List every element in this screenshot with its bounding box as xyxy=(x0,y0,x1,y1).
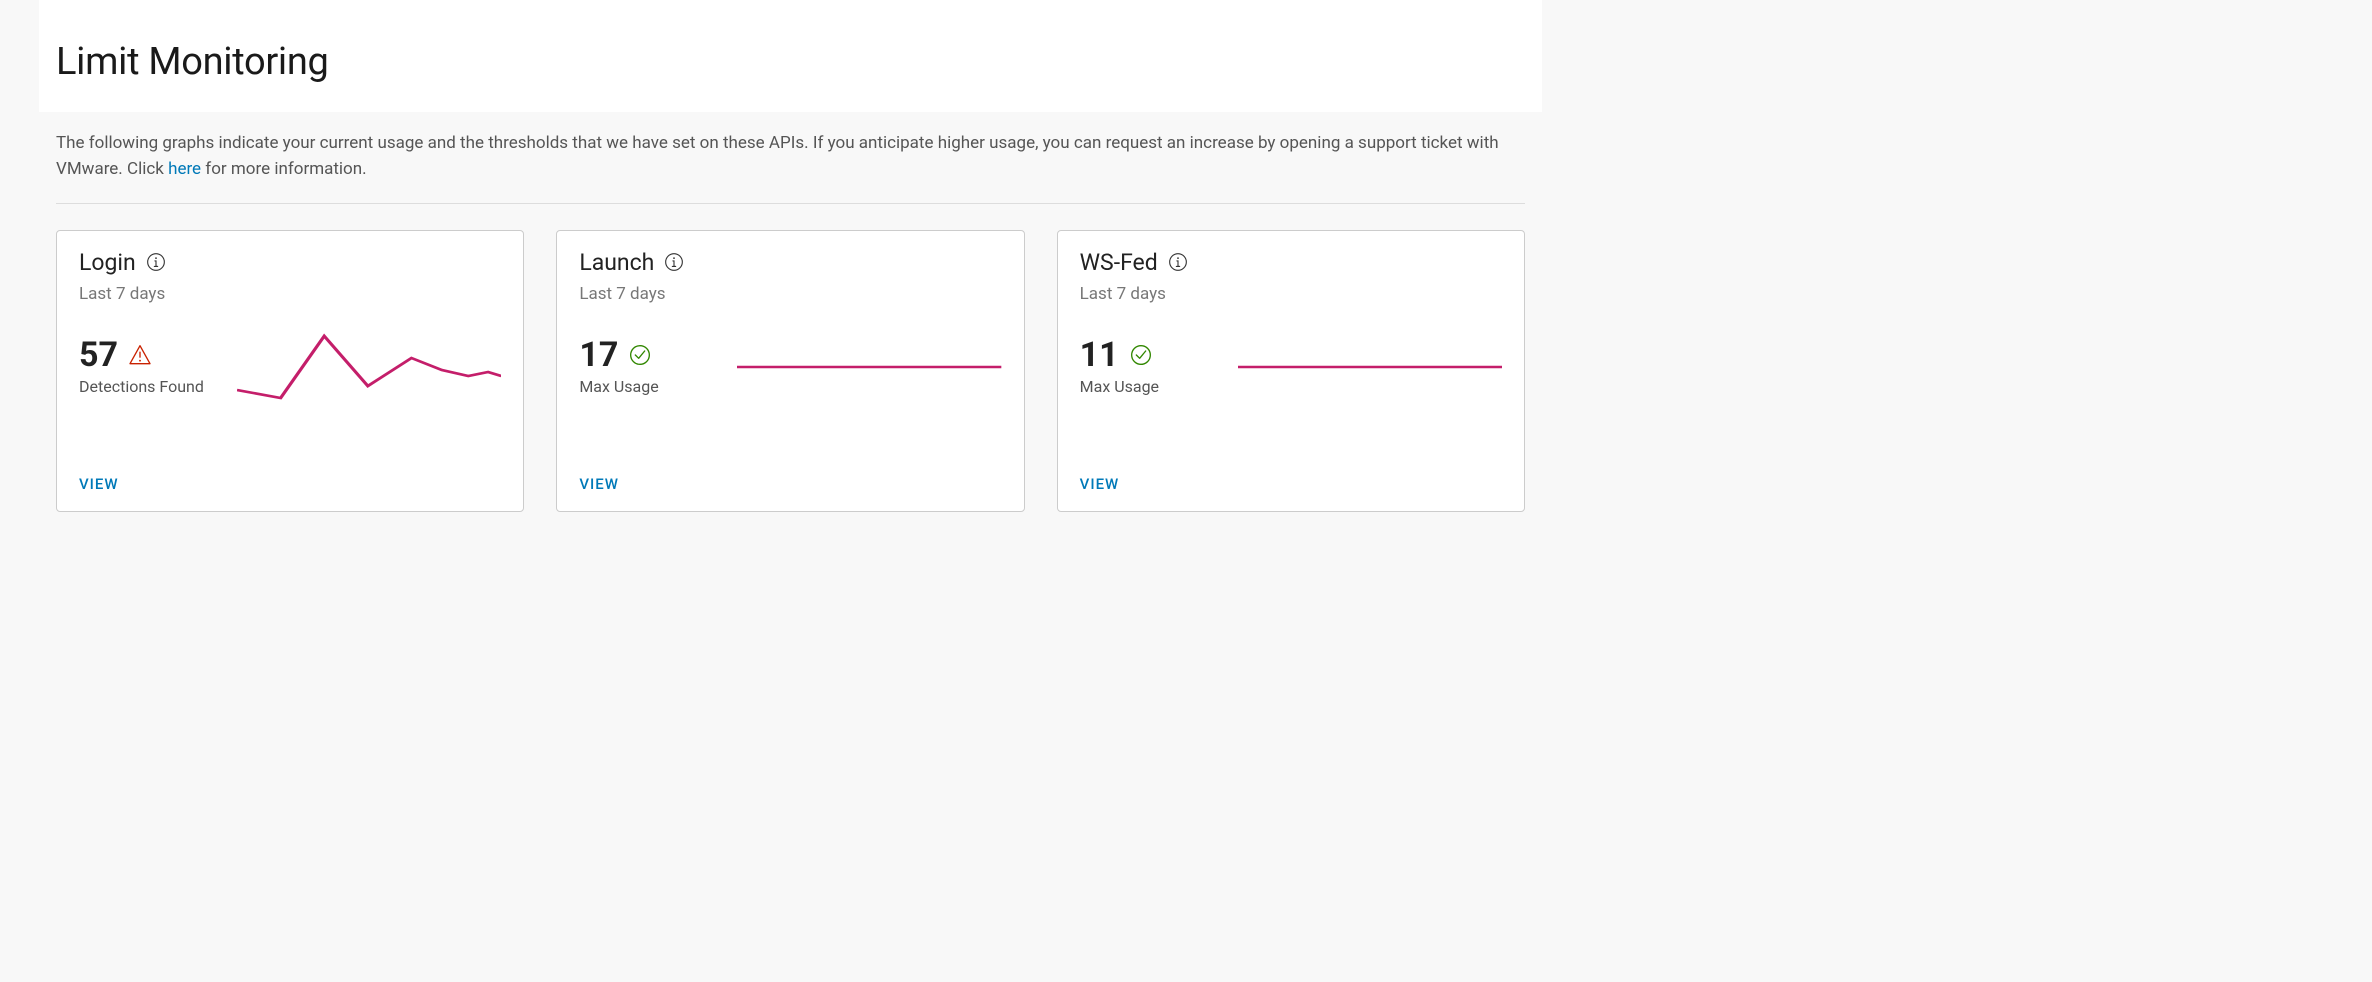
metric-label: Max Usage xyxy=(1080,377,1220,396)
card-title: Launch xyxy=(579,249,654,276)
card-wsfed: WS-Fed Last 7 days 11 xyxy=(1057,230,1525,512)
card-subtitle: Last 7 days xyxy=(1080,284,1502,304)
check-circle-icon xyxy=(1129,343,1153,367)
metric-value: 17 xyxy=(579,338,618,372)
info-icon[interactable] xyxy=(664,252,684,272)
page-title: Limit Monitoring xyxy=(56,40,1525,84)
view-link[interactable]: VIEW xyxy=(79,475,119,493)
card-title: WS-Fed xyxy=(1080,249,1158,276)
intro-text-suffix: for more information. xyxy=(201,159,367,179)
metric-value: 11 xyxy=(1080,338,1119,372)
metric-label: Detections Found xyxy=(79,377,219,396)
cards-row: Login Last 7 days 57 xyxy=(56,230,1525,512)
info-icon[interactable] xyxy=(146,252,166,272)
sparkline-chart xyxy=(1238,328,1502,406)
intro-link-here[interactable]: here xyxy=(168,159,201,179)
warning-icon xyxy=(128,343,152,367)
check-circle-icon xyxy=(628,343,652,367)
view-link[interactable]: VIEW xyxy=(579,475,619,493)
info-icon[interactable] xyxy=(1168,252,1188,272)
card-login: Login Last 7 days 57 xyxy=(56,230,524,512)
card-title: Login xyxy=(79,249,136,276)
sparkline-chart xyxy=(237,328,501,406)
metric-label: Max Usage xyxy=(579,377,719,396)
divider xyxy=(56,203,1525,204)
card-subtitle: Last 7 days xyxy=(79,284,501,304)
page-header: Limit Monitoring xyxy=(39,0,1542,112)
metric-value: 57 xyxy=(79,338,118,372)
sparkline-chart xyxy=(737,328,1001,406)
page-intro: The following graphs indicate your curre… xyxy=(56,130,1525,183)
card-launch: Launch Last 7 days 17 xyxy=(556,230,1024,512)
card-subtitle: Last 7 days xyxy=(579,284,1001,304)
view-link[interactable]: VIEW xyxy=(1080,475,1120,493)
